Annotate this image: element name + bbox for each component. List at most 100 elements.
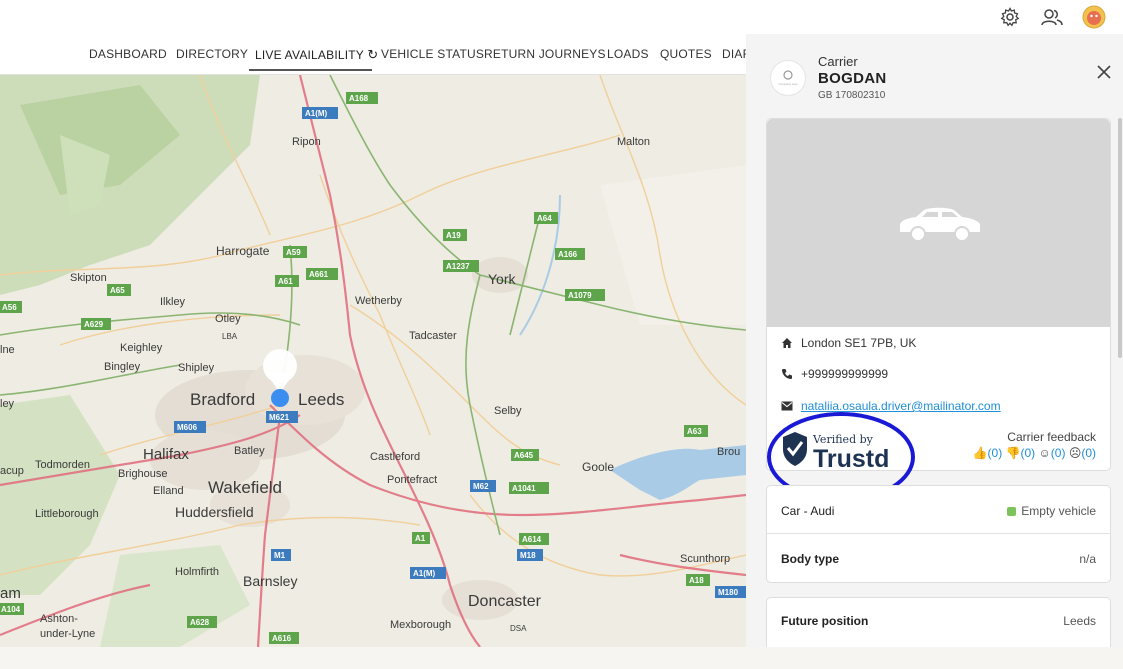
tab-loads[interactable]: LOADS [607,47,649,61]
carrier-info-card: London SE1 7PB, UK +999999999999 natalii… [766,118,1111,502]
tab-live-availability-label: LIVE AVAILABILITY [255,48,364,62]
town-lne: lne [0,344,15,356]
active-tab-indicator [249,69,372,71]
carrier-header: Company logo Carrier BOGDAN GB 170802310 [746,34,1123,116]
carrier-name: BOGDAN [818,70,887,87]
future-position-value: Leeds [1063,614,1096,628]
town-lba: LBA [222,332,238,341]
trustd-brand: Trustd [813,445,889,473]
tab-return-journeys[interactable]: RETURN JOURNEYS [484,47,606,61]
panel-scrollbar[interactable] [1118,118,1122,358]
town-mexborough: Mexborough [390,619,451,631]
company-logo-text: Company logo [778,82,798,86]
carrier-feedback-label: Carrier feedback [1007,430,1096,444]
town-brough: Brou [717,446,740,458]
road-a614: A614 [522,535,542,544]
tab-directory[interactable]: DIRECTORY [176,47,248,61]
road-a1: A1 [415,534,426,543]
thumbs-down-icon[interactable]: 👎 [1006,446,1021,460]
road-a168: A168 [349,94,369,103]
road-m62: M62 [473,482,489,491]
town-wakefield: Wakefield [208,478,282,497]
sad-face-icon[interactable]: ☹ [1069,446,1082,460]
town-batley: Batley [234,445,265,457]
thumbs-down-count[interactable]: (0) [1021,446,1036,460]
gear-icon[interactable] [998,5,1022,29]
road-a1m-south: A1(M) [413,569,436,578]
town-barnsley: Barnsley [243,573,297,589]
town-littleborough: Littleborough [35,508,99,520]
tab-vehicle-status[interactable]: VEHICLE STATUS [381,47,484,61]
refresh-icon[interactable]: ↻ [367,47,378,62]
town-am: am [0,585,21,602]
close-panel-button[interactable] [1094,62,1114,82]
sad-count[interactable]: (0) [1081,446,1096,460]
town-scunthorpe: Scunthorp [680,553,730,565]
town-dsa: DSA [510,624,527,633]
town-keighley: Keighley [120,342,163,354]
company-logo: Company logo [770,60,806,96]
carrier-label: Carrier [818,54,858,69]
map-view[interactable]: Ripon Malton Harrogate York Skipton Ilkl… [0,75,746,647]
road-a19: A19 [446,231,461,240]
users-icon[interactable] [1040,5,1064,29]
town-bradford: Bradford [190,390,255,409]
footer-strip [0,647,1123,669]
town-skipton: Skipton [70,272,107,284]
road-a166: A166 [558,250,578,259]
tab-diary[interactable]: DIAR [722,47,746,61]
vehicle-card: Car - Audi Empty vehicle Body type n/a [766,485,1111,583]
town-ashton: Ashton- [40,613,78,625]
town-york: York [488,271,517,287]
road-a661: A661 [309,270,329,279]
road-a1237: A1237 [446,262,470,271]
close-icon [1097,65,1111,79]
top-bar [0,0,1123,34]
town-selby: Selby [494,405,522,417]
town-ripon: Ripon [292,136,321,148]
road-m1: M1 [274,551,286,560]
town-huddersfield: Huddersfield [175,504,254,520]
town-brighouse: Brighouse [118,468,168,480]
road-a61: A61 [278,277,293,286]
town-tadcaster: Tadcaster [409,330,457,342]
car-icon [900,207,980,242]
road-a1041: A1041 [512,484,536,493]
body-type-label: Body type [781,552,840,566]
road-a63: A63 [687,427,702,436]
town-elland: Elland [153,485,184,497]
neutral-face-icon[interactable]: ☺ [1039,446,1051,460]
town-otley: Otley [215,313,241,325]
future-position-label: Future position [781,614,869,628]
address-text: London SE1 7PB, UK [801,336,917,350]
thumbs-up-count[interactable]: (0) [988,446,1003,460]
road-a64: A64 [537,214,552,223]
road-m621: M621 [269,413,290,422]
main-nav: DASHBOARD DIRECTORY LIVE AVAILABILITY ↻ … [0,34,746,75]
carrier-registration: GB 170802310 [818,90,886,101]
road-m18: M18 [520,551,536,560]
address-row: London SE1 7PB, UK [781,336,916,350]
status-indicator [1007,507,1017,516]
tab-live-availability[interactable]: LIVE AVAILABILITY ↻ [255,47,378,63]
town-castleford: Castleford [370,451,420,463]
tab-quotes[interactable]: QUOTES [660,47,712,61]
tab-dashboard[interactable]: DASHBOARD [89,47,167,61]
road-a65: A65 [110,286,125,295]
town-pontefract: Pontefract [387,474,437,486]
town-ley: ley [0,398,15,410]
town-leeds: Leeds [298,390,344,409]
home-icon [782,338,792,348]
road-a18: A18 [689,576,704,585]
neutral-count[interactable]: (0) [1051,446,1066,460]
vehicle-status-text: Empty vehicle [1021,504,1096,518]
town-holmfirth: Holmfirth [175,566,219,578]
map-canvas[interactable]: Ripon Malton Harrogate York Skipton Ilkl… [0,75,746,647]
thumbs-up-icon[interactable]: 👍 [973,446,988,460]
vehicle-status: Empty vehicle [1007,504,1096,518]
road-m606: M606 [177,423,198,432]
town-bingley: Bingley [104,361,141,373]
divider [767,533,1110,534]
avatar[interactable] [1082,5,1106,29]
road-a1079: A1079 [568,291,592,300]
